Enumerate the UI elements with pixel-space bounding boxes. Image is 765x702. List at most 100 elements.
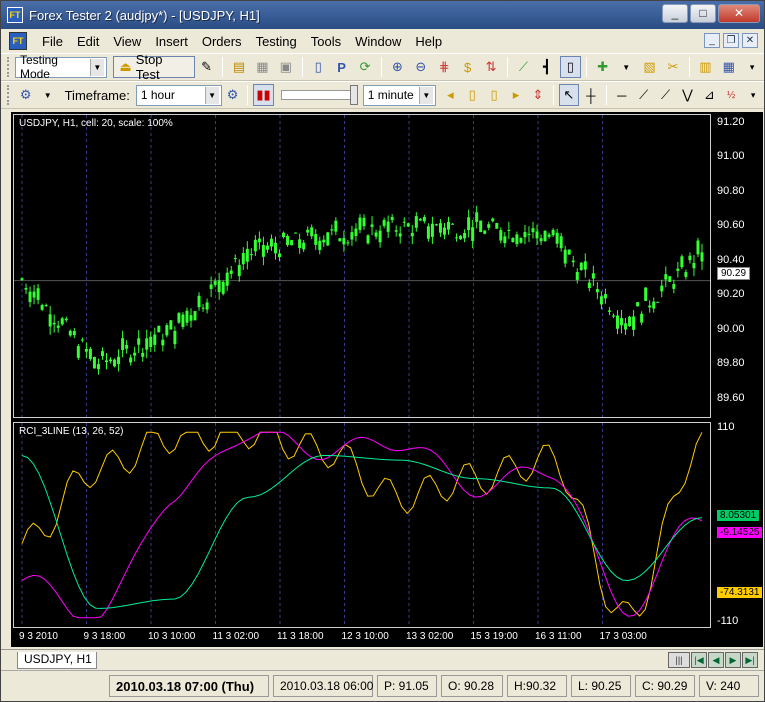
toolbar-grip[interactable]	[7, 85, 11, 105]
menu-insert[interactable]: Insert	[148, 34, 195, 49]
timeframe-settings-icon[interactable]: ⚙	[223, 84, 243, 106]
templates-icon[interactable]: ▧	[639, 56, 660, 78]
toolbar-overflow-icon[interactable]: ▾	[741, 56, 762, 78]
price-axis-label: 90.80	[717, 184, 745, 197]
money-icon[interactable]: $	[457, 56, 478, 78]
candle-body	[527, 233, 531, 235]
tab-usdjpy-h1[interactable]: USDJPY, H1	[17, 652, 97, 669]
app-menu-icon[interactable]: FT	[9, 32, 27, 50]
candle-body	[595, 289, 599, 293]
next-tab-icon[interactable]: ▶	[725, 652, 741, 668]
add-indicator-icon[interactable]: ✚	[592, 56, 613, 78]
candlestick-chart-icon[interactable]: ▯	[559, 56, 582, 78]
grid-toggle-icon[interactable]: ⋕	[434, 56, 455, 78]
horizontal-line-icon[interactable]: ─	[612, 84, 632, 106]
status-price: P: 91.05	[377, 675, 437, 697]
stop-test-button[interactable]: ⏏ Stop Test	[112, 52, 195, 82]
candle-body	[676, 268, 680, 271]
speed-select[interactable]: 1 minute ▼	[362, 84, 436, 106]
menu-edit[interactable]: Edit	[70, 34, 106, 49]
candle-body	[547, 234, 551, 237]
trend-line-icon[interactable]: ⟋	[634, 84, 654, 106]
ray-icon[interactable]: ⟋	[656, 84, 676, 106]
candle-icon[interactable]: ▯	[462, 84, 482, 106]
zoom-in-icon[interactable]: ⊕	[387, 56, 408, 78]
candle-body	[189, 315, 193, 321]
scroll-bar-handle[interactable]: |||	[668, 652, 690, 668]
chart-tab-bar: USDJPY, H1 ▶ ||| |◀ ◀ ▶ ▶|	[1, 649, 764, 669]
timeframe-select[interactable]: 1 hour ▼	[135, 84, 222, 106]
time-axis-label: 9 3 18:00	[83, 631, 126, 642]
app-window: FT Forex Tester 2 (audjpy*) - [USDJPY, H…	[0, 0, 765, 702]
menu-orders[interactable]: Orders	[195, 34, 249, 49]
dropdown-arrow-icon[interactable]: ▼	[615, 56, 636, 78]
cursor-icon[interactable]: ↖	[558, 84, 579, 106]
clear-icon[interactable]: ✂	[662, 56, 683, 78]
wave-label-icon[interactable]: ½	[721, 84, 741, 106]
candle-body	[193, 311, 197, 321]
data-center-icon[interactable]: ▤	[228, 56, 249, 78]
menu-testing[interactable]: Testing	[249, 34, 304, 49]
dropdown-arrow-icon[interactable]: ▼	[38, 84, 58, 106]
toolbar-overflow-icon[interactable]: ▾	[743, 84, 763, 106]
time-axis-label: 9 3 2010	[19, 631, 58, 642]
orders-icon[interactable]: ⇅	[480, 56, 501, 78]
candle-body	[56, 325, 60, 328]
zigzag-icon[interactable]: ⋁	[677, 84, 697, 106]
speed-slider-thumb[interactable]	[349, 85, 358, 105]
toolbar-grip[interactable]	[7, 57, 11, 77]
candle-body	[656, 301, 660, 303]
pause-icon[interactable]: ▮▮	[253, 84, 274, 106]
menu-tools[interactable]: Tools	[304, 34, 348, 49]
line-chart-icon[interactable]: ⟋	[513, 56, 534, 78]
indicator-pane[interactable]: RCI_3LINE (13, 26, 52)	[13, 422, 711, 628]
last-tab-icon[interactable]: ▶|	[742, 652, 758, 668]
first-tab-icon[interactable]: |◀	[691, 652, 707, 668]
menu-view[interactable]: View	[106, 34, 148, 49]
chart-settings-icon[interactable]: ⚙	[16, 84, 36, 106]
statistics-icon[interactable]: ▥	[695, 56, 716, 78]
properties-icon[interactable]: P	[331, 56, 352, 78]
minimize-button[interactable]: _	[662, 4, 688, 23]
mode-select[interactable]: Testing Mode ▼	[14, 53, 107, 81]
candle-body	[575, 271, 579, 280]
price-pane[interactable]: USDJPY, H1, cell: 20, scale: 100%	[13, 114, 711, 418]
chart-area[interactable]: USDJPY, H1, cell: 20, scale: 100% 91.20 9…	[11, 112, 763, 647]
candle-body	[587, 282, 591, 289]
edit-icon[interactable]: ✎	[196, 56, 217, 78]
candle-body	[326, 232, 330, 246]
new-document-icon[interactable]: ▯	[308, 56, 329, 78]
save-project-icon[interactable]: ▣	[275, 56, 296, 78]
chevron-down-icon: ▼	[89, 58, 104, 76]
refresh-icon[interactable]: ⟳	[354, 56, 375, 78]
time-axis-label: 11 3 02:00	[212, 631, 260, 642]
crosshair-icon[interactable]: ┼	[581, 84, 601, 106]
calendar-icon[interactable]: ▦	[718, 56, 739, 78]
candle-body	[583, 261, 587, 270]
jump-icon[interactable]: ⇕	[528, 84, 548, 106]
candle-body	[205, 302, 209, 310]
open-project-icon[interactable]: ▦	[252, 56, 273, 78]
step-back-icon[interactable]: ◂	[440, 84, 460, 106]
separator	[552, 85, 554, 105]
candle-body	[491, 218, 495, 222]
child-close-button[interactable]: ✕	[742, 33, 758, 48]
menu-help[interactable]: Help	[408, 34, 449, 49]
fibonacci-icon[interactable]: ⊿	[699, 84, 719, 106]
candle-icon[interactable]: ▯	[484, 84, 504, 106]
menu-window[interactable]: Window	[348, 34, 408, 49]
menu-file[interactable]: File	[35, 34, 70, 49]
candle-body	[229, 270, 233, 274]
bar-chart-icon[interactable]: ┫	[536, 56, 557, 78]
close-button[interactable]: ✕	[718, 4, 760, 23]
child-minimize-button[interactable]: _	[704, 33, 720, 48]
candle-body	[149, 336, 153, 347]
title-bar[interactable]: FT Forex Tester 2 (audjpy*) - [USDJPY, H…	[1, 1, 764, 29]
prev-tab-icon[interactable]: ◀	[708, 652, 724, 668]
child-restore-button[interactable]: ❐	[723, 33, 739, 48]
maximize-button[interactable]: □	[690, 4, 716, 23]
speed-slider[interactable]	[280, 85, 358, 105]
candle-body	[551, 229, 555, 236]
step-forward-icon[interactable]: ▸	[506, 84, 526, 106]
zoom-out-icon[interactable]: ⊖	[410, 56, 431, 78]
